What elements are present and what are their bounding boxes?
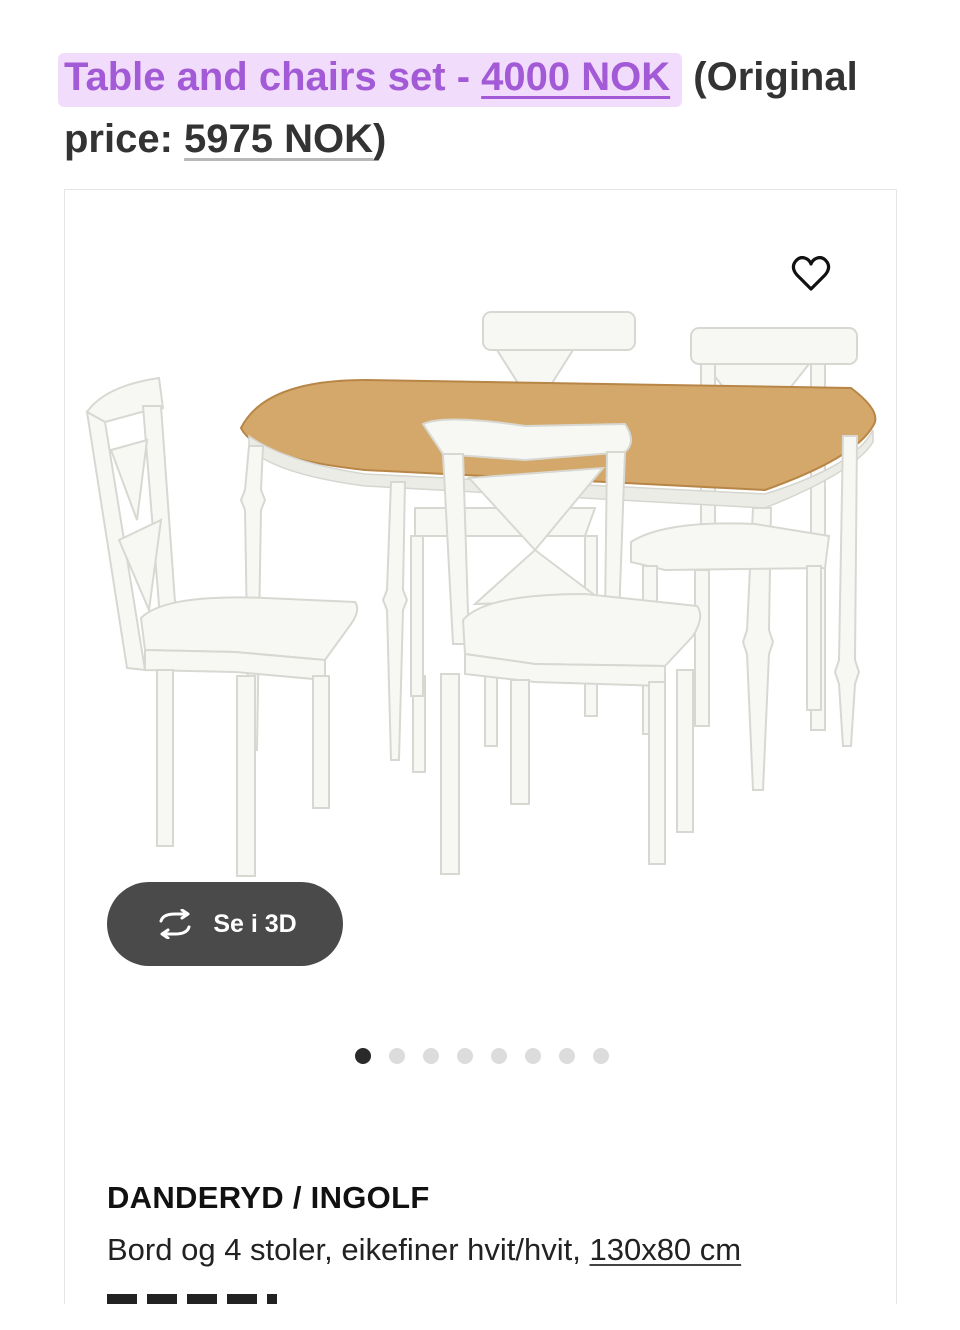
- carousel-dot[interactable]: [355, 1048, 371, 1064]
- description-text: Bord og 4 stoler, eikefiner hvit/hvit,: [107, 1232, 590, 1267]
- sale-price-link[interactable]: 4000 NOK: [481, 55, 670, 99]
- title-text: Table and chairs set -: [64, 55, 482, 99]
- carousel-dot[interactable]: [389, 1048, 405, 1064]
- product-name: DANDERYD / INGOLF: [107, 1180, 430, 1215]
- original-price-link[interactable]: 5975 NOK: [184, 117, 373, 161]
- product-image[interactable]: [65, 190, 896, 950]
- carousel-dot[interactable]: [423, 1048, 439, 1064]
- carousel-dot[interactable]: [593, 1048, 609, 1064]
- post-heading: Table and chairs set - 4000 NOK (Origina…: [58, 46, 904, 170]
- product-card[interactable]: Se i 3D DANDERYD / INGOLF Bord og 4 stol…: [64, 189, 897, 1304]
- carousel-dot[interactable]: [525, 1048, 541, 1064]
- product-description: Bord og 4 stoler, eikefiner hvit/hvit, 1…: [107, 1232, 741, 1268]
- carousel-dot[interactable]: [457, 1048, 473, 1064]
- rotate-3d-icon: [159, 909, 191, 939]
- heart-icon: [791, 256, 831, 291]
- image-carousel-dots: [355, 1048, 609, 1064]
- carousel-dot[interactable]: [491, 1048, 507, 1064]
- chair-front: [421, 418, 702, 875]
- view-3d-button[interactable]: Se i 3D: [107, 882, 343, 966]
- carousel-dot[interactable]: [559, 1048, 575, 1064]
- highlighted-title: Table and chairs set - 4000 NOK: [58, 53, 683, 107]
- cut-off-price: [107, 1294, 277, 1304]
- original-price-suffix: ): [373, 117, 387, 161]
- view-3d-label: Se i 3D: [213, 909, 297, 938]
- favorite-button[interactable]: [787, 250, 835, 298]
- product-size-link[interactable]: 130x80 cm: [589, 1232, 741, 1267]
